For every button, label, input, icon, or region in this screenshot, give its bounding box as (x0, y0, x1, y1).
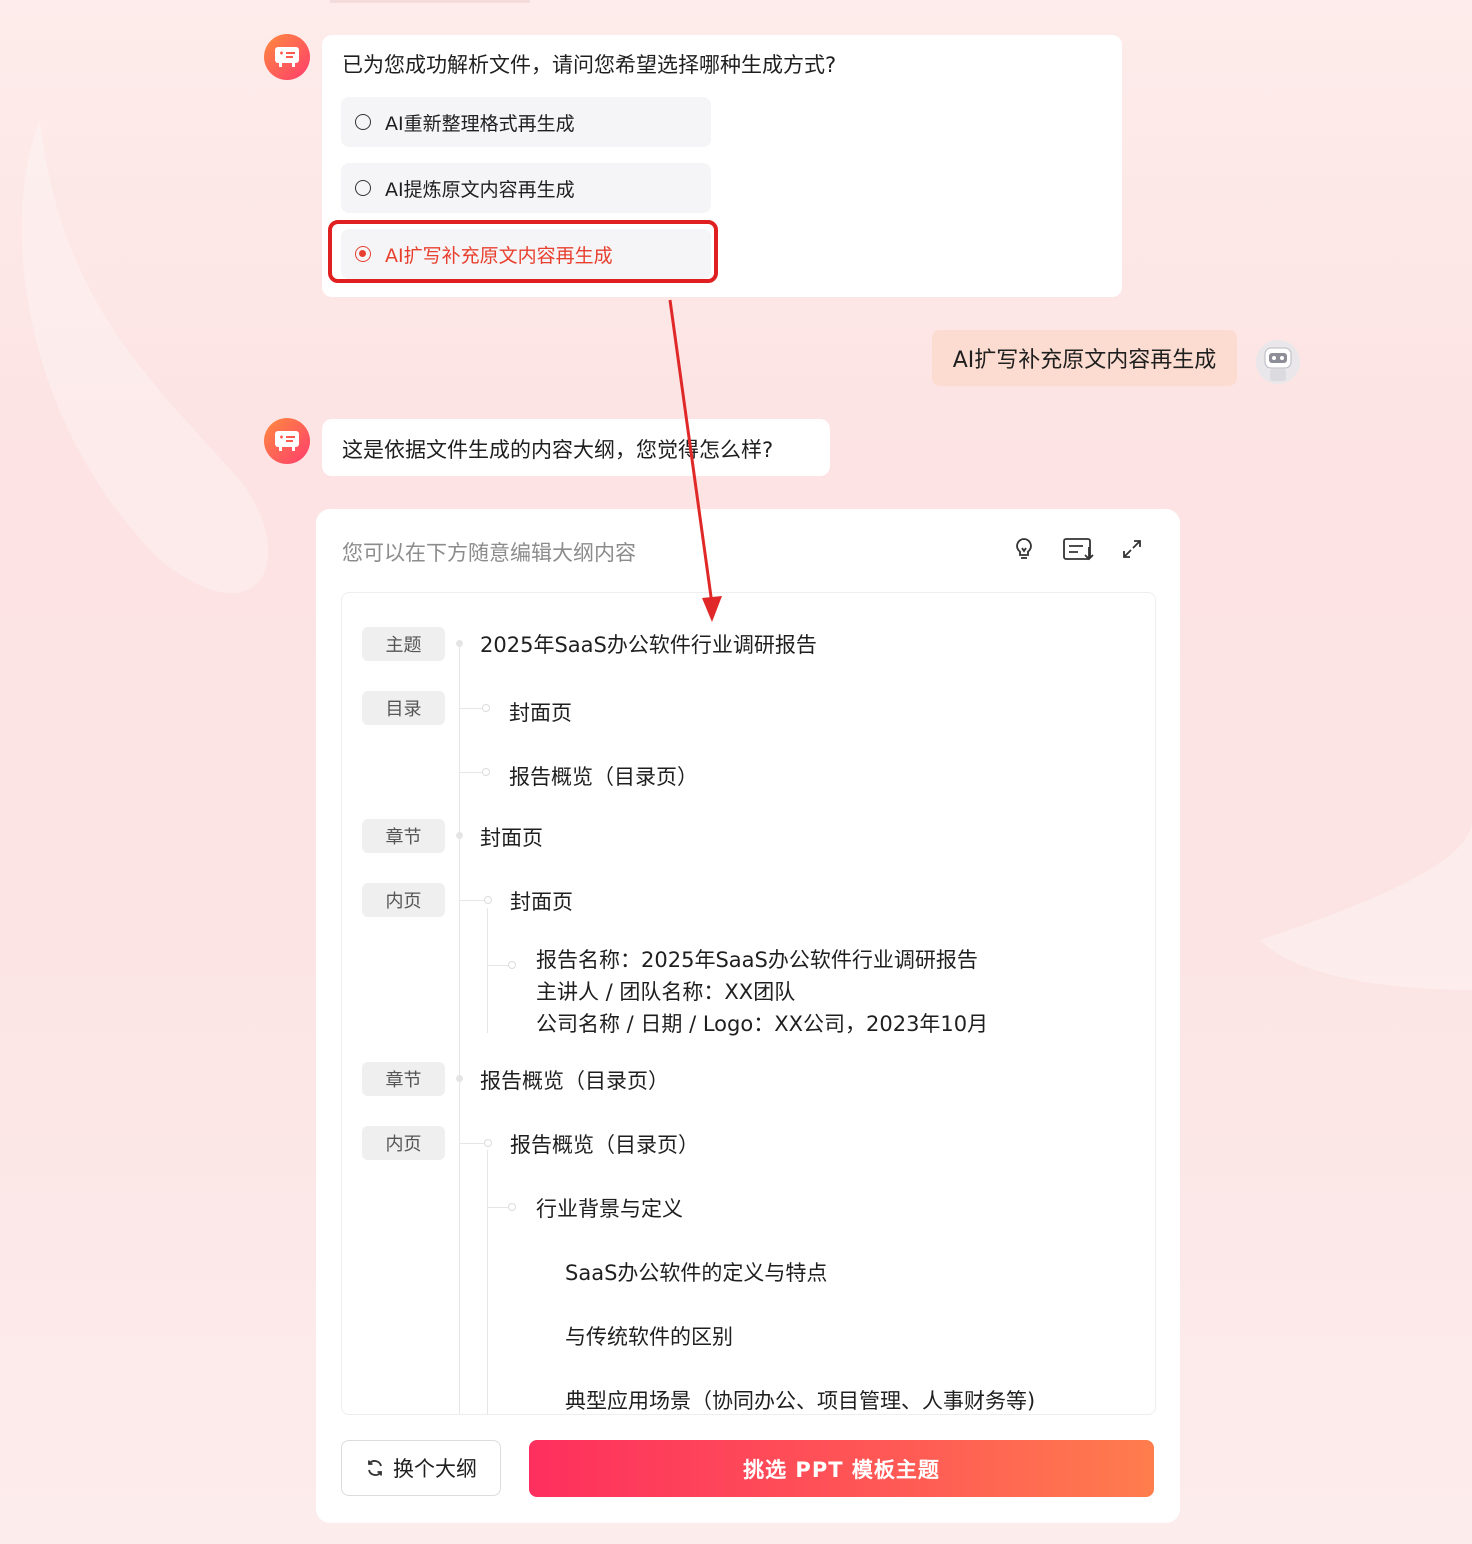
outline-editor[interactable]: 主题 2025年SaaS办公软件行业调研报告 目录 封面页 报告概览（目录页） … (341, 592, 1156, 1415)
tree-node (482, 768, 490, 776)
topic-title[interactable]: 2025年SaaS办公软件行业调研报告 (480, 629, 817, 659)
tree-branch (459, 900, 485, 901)
radio-icon[interactable] (355, 114, 371, 130)
option-refine[interactable]: AI提炼原文内容再生成 (341, 163, 711, 213)
outline-message: 这是依据文件生成的内容大纲，您觉得怎么样? (322, 419, 830, 476)
tree-line (487, 1150, 488, 1414)
tree-node (456, 832, 463, 839)
user-avatar-icon (1256, 340, 1300, 384)
lightbulb-icon[interactable] (1010, 535, 1038, 563)
inner-page-title[interactable]: 封面页 (510, 886, 573, 916)
inner-page-point[interactable]: 与传统软件的区别 (565, 1321, 733, 1351)
outline-card: 您可以在下方随意编辑大纲内容 主题 2025年SaaS办公软件行业调研报告 目录… (316, 509, 1180, 1523)
chapter-title[interactable]: 封面页 (480, 822, 543, 852)
inner-page-point[interactable]: SaaS办公软件的定义与特点 (565, 1257, 827, 1287)
toc-item[interactable]: 报告概览（目录页） (509, 761, 698, 791)
inner-page-title[interactable]: 报告概览（目录页） (510, 1129, 699, 1159)
tree-branch (487, 965, 509, 966)
tree-node (456, 640, 463, 647)
user-message: AI扩写补充原文内容再生成 (932, 330, 1237, 386)
tree-line (459, 643, 460, 1414)
option-reformat[interactable]: AI重新整理格式再生成 (341, 97, 711, 147)
tree-branch (459, 1143, 485, 1144)
tag-chapter: 章节 (362, 819, 445, 853)
assistant-avatar-icon (264, 34, 310, 80)
refresh-icon (368, 1460, 382, 1476)
list-export-icon[interactable] (1062, 535, 1096, 563)
chapter-title[interactable]: 报告概览（目录页） (480, 1065, 669, 1095)
expand-icon[interactable] (1118, 535, 1146, 563)
inner-page-line[interactable]: 公司名称 / 日期 / Logo：XX公司，2023年10月 (536, 1008, 988, 1038)
tag-inner-page: 内页 (362, 883, 445, 917)
inner-page-point[interactable]: 典型应用场景（协同办公、项目管理、人事财务等) (565, 1385, 1035, 1414)
inner-page-line[interactable]: 报告名称：2025年SaaS办公软件行业调研报告 (536, 944, 978, 974)
user-message-text: AI扩写补充原文内容再生成 (952, 348, 1217, 373)
tag-toc: 目录 (362, 691, 445, 725)
tree-line (487, 908, 488, 1033)
tree-node (482, 704, 490, 712)
option-label: AI重新整理格式再生成 (385, 112, 575, 135)
pick-template-label: 挑选 PPT 模板主题 (743, 1457, 940, 1482)
tree-node (484, 896, 492, 904)
tree-node (508, 961, 516, 969)
option-label: AI提炼原文内容再生成 (385, 178, 575, 201)
inner-page-subtitle[interactable]: 行业背景与定义 (536, 1193, 683, 1223)
tag-chapter: 章节 (362, 1062, 445, 1096)
tree-node (484, 1139, 492, 1147)
tree-branch (459, 708, 483, 709)
tree-node (456, 1075, 463, 1082)
change-outline-button[interactable]: 换个大纲 (341, 1440, 501, 1496)
toc-item[interactable]: 封面页 (509, 697, 572, 727)
tree-branch (459, 772, 483, 773)
assistant-avatar-icon (264, 418, 310, 464)
tree-branch (487, 1207, 509, 1208)
outline-hint: 您可以在下方随意编辑大纲内容 (342, 541, 636, 565)
highlight-box (328, 220, 718, 283)
inner-page-line[interactable]: 主讲人 / 团队名称：XX团队 (536, 976, 795, 1006)
tag-topic: 主题 (362, 627, 445, 661)
tree-node (508, 1203, 516, 1211)
change-outline-label: 换个大纲 (393, 1457, 477, 1481)
radio-icon[interactable] (355, 180, 371, 196)
tag-inner-page: 内页 (362, 1126, 445, 1160)
top-divider (330, 0, 530, 3)
pick-template-button[interactable]: 挑选 PPT 模板主题 (529, 1440, 1154, 1497)
outline-message-text: 这是依据文件生成的内容大纲，您觉得怎么样? (342, 438, 774, 462)
question-text: 已为您成功解析文件，请问您希望选择哪种生成方式? (342, 53, 837, 77)
